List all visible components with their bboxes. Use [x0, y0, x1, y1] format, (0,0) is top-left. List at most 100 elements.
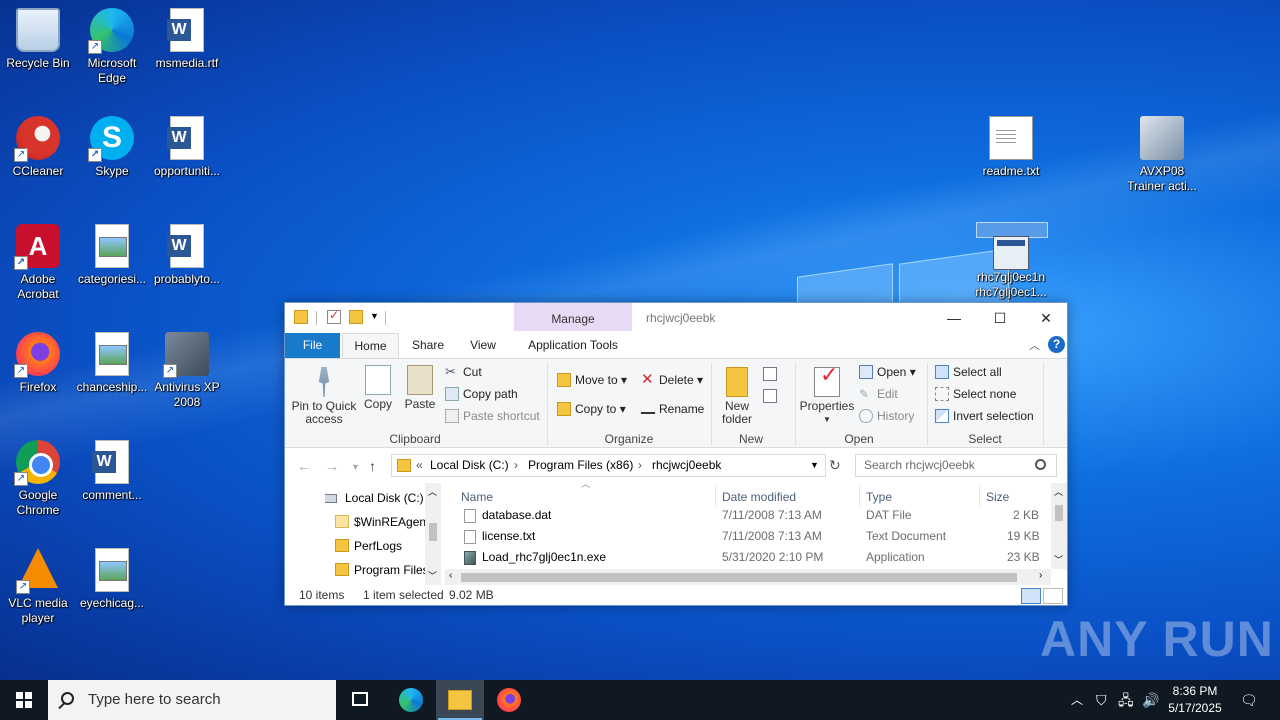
breadcrumb-program-files-x86[interactable]: Program Files (x86)	[528, 455, 633, 476]
easy-access-button[interactable]	[763, 386, 789, 406]
desktop-icon-msmedia[interactable]: W msmedia.rtf	[149, 8, 225, 71]
network-icon[interactable]: 🖧	[1118, 680, 1134, 720]
rename-button[interactable]: Rename	[641, 399, 704, 419]
help-icon[interactable]: ?	[1048, 336, 1065, 353]
history-button[interactable]: History	[859, 406, 914, 426]
copy-path-button[interactable]: Copy path	[445, 384, 518, 404]
desktop-icon-antivirus-xp-2008[interactable]: ↗ Antivirus XP 2008	[149, 332, 225, 410]
copy-to-button[interactable]: Copy to ▾	[557, 399, 626, 419]
taskbar-file-explorer[interactable]	[436, 680, 484, 720]
up-arrow-icon[interactable]: ↑	[369, 458, 376, 474]
close-button[interactable]: ✕	[1023, 303, 1069, 333]
notifications-icon[interactable]: 🗨	[1240, 680, 1258, 720]
delete-button[interactable]: ✕ Delete ▾	[641, 370, 703, 390]
open-button[interactable]: Open ▾	[859, 362, 916, 382]
column-header-size[interactable]: Size	[986, 488, 1009, 506]
breadcrumb-chevron-icon[interactable]: ›	[514, 455, 518, 476]
nav-item-local-disk[interactable]: Local Disk (C:)	[325, 486, 423, 510]
file-explorer-window[interactable]: ▼ Manage rhcjwcj0eebk — ☐ ✕ File Home Sh…	[284, 302, 1068, 606]
tab-home[interactable]: Home	[342, 333, 399, 358]
file-row[interactable]: license.txt 7/11/2008 7:13 AM Text Docum…	[445, 526, 1051, 547]
scroll-up-chevron-icon[interactable]: ︿	[1054, 485, 1063, 498]
desktop-icon-opportuniti[interactable]: W opportuniti...	[149, 116, 225, 179]
refresh-icon[interactable]: ↻	[829, 457, 841, 474]
column-header-type[interactable]: Type	[866, 488, 892, 506]
desktop-icon-firefox[interactable]: ↗ Firefox	[0, 332, 76, 395]
task-view-button[interactable]	[336, 680, 384, 720]
edit-button[interactable]: ✎ Edit	[859, 384, 898, 404]
tab-file[interactable]: File	[285, 333, 340, 358]
paste-shortcut-button[interactable]: Paste shortcut	[445, 406, 540, 426]
forward-arrow-icon[interactable]: →	[325, 458, 339, 474]
tab-share[interactable]: Share	[409, 333, 447, 358]
large-icons-view-icon[interactable]	[1043, 588, 1063, 604]
show-hidden-icons-chevron-icon[interactable]: ︿	[1071, 680, 1083, 720]
security-tray-icon[interactable]: ⛉	[1096, 680, 1107, 720]
clock[interactable]: 8:36 PM 5/17/2025	[1160, 683, 1230, 717]
scroll-down-chevron-icon[interactable]: ﹀	[428, 569, 437, 582]
pin-to-quick-access-button[interactable]: Pin to Quick access	[291, 367, 357, 426]
desktop-icon-categoriesi[interactable]: categoriesi...	[74, 224, 150, 287]
vertical-scrollbar[interactable]: ︿ ﹀	[1051, 483, 1067, 569]
minimize-button[interactable]: —	[931, 303, 977, 333]
properties-quick-icon[interactable]	[327, 308, 341, 324]
title-bar[interactable]: ▼ Manage rhcjwcj0eebk — ☐ ✕	[285, 303, 1067, 333]
scroll-left-chevron-icon[interactable]: ‹	[449, 570, 452, 581]
column-header-date[interactable]: Date modified	[722, 488, 796, 506]
nav-pane-scrollbar[interactable]: ︿ ﹀	[425, 483, 441, 585]
start-button[interactable]	[0, 680, 48, 720]
address-dropdown-chevron-icon[interactable]: ▼	[810, 455, 819, 476]
new-folder-quick-icon[interactable]	[349, 310, 363, 324]
breadcrumb-local-disk[interactable]: Local Disk (C:)	[430, 455, 509, 476]
desktop-icon-ccleaner[interactable]: ↗ CCleaner	[0, 116, 76, 179]
properties-button[interactable]: Properties ▼	[799, 367, 855, 426]
taskbar-firefox[interactable]	[485, 680, 533, 720]
nav-item-winreagent[interactable]: $WinREAgent	[335, 510, 425, 534]
desktop-icon-eyechicag[interactable]: eyechicag...	[74, 548, 150, 611]
desktop-icon-probablyto[interactable]: W probablyto...	[149, 224, 225, 287]
maximize-button[interactable]: ☐	[977, 303, 1023, 333]
desktop-icon-skype[interactable]: S ↗ Skype	[74, 116, 150, 179]
details-view-icon[interactable]	[1021, 588, 1041, 604]
back-arrow-icon[interactable]: ←	[297, 458, 311, 474]
desktop-icon-google-chrome[interactable]: ↗ Google Chrome	[0, 440, 76, 518]
scrollbar-thumb[interactable]	[461, 573, 1017, 582]
scrollbar-thumb[interactable]	[1055, 505, 1063, 521]
select-all-button[interactable]: Select all	[935, 362, 1002, 382]
tab-view[interactable]: View	[463, 333, 503, 358]
volume-icon[interactable]: 🔊	[1142, 680, 1159, 720]
desktop-icon-microsoft-edge[interactable]: ↗ Microsoft Edge	[74, 8, 150, 86]
scroll-up-chevron-icon[interactable]: ︿	[428, 485, 437, 498]
horizontal-scrollbar[interactable]: ‹ ›	[445, 569, 1051, 585]
breadcrumb-chevron-icon[interactable]: ›	[638, 455, 642, 476]
file-row[interactable]: Load_rhc7glj0ec1n.exe 5/31/2020 2:10 PM …	[445, 547, 1051, 568]
collapse-ribbon-icon[interactable]: ︿	[1029, 337, 1040, 353]
paste-button[interactable]: Paste	[403, 365, 437, 411]
search-icon[interactable]	[1035, 459, 1046, 470]
breadcrumb-overflow[interactable]: «	[416, 455, 423, 476]
nav-item-program-files[interactable]: Program Files	[335, 558, 425, 582]
move-to-button[interactable]: Move to ▾	[557, 370, 627, 390]
recent-locations-chevron-icon[interactable]: ▼	[351, 462, 360, 472]
tab-application-tools[interactable]: Application Tools	[514, 333, 632, 358]
desktop-icon-vlc[interactable]: ↗ VLC media player	[0, 548, 76, 626]
copy-button[interactable]: Copy	[361, 365, 395, 411]
dragged-file[interactable]: rhc7glj0ec1n rhc7glj0ec1...	[973, 232, 1049, 300]
search-input[interactable]: Search rhcjwcj0eebk	[855, 454, 1057, 477]
desktop-icon-chanceship[interactable]: chanceship...	[74, 332, 150, 395]
scroll-down-chevron-icon[interactable]: ﹀	[1054, 553, 1063, 566]
manage-contextual-tab[interactable]: Manage	[514, 303, 632, 331]
cut-button[interactable]: ✂ Cut	[445, 362, 482, 382]
file-row[interactable]: database.dat 7/11/2008 7:13 AM DAT File …	[445, 505, 1051, 526]
address-bar[interactable]: « Local Disk (C:) › Program Files (x86) …	[391, 454, 826, 477]
new-item-button[interactable]	[763, 364, 789, 384]
invert-selection-button[interactable]: Invert selection	[935, 406, 1034, 426]
desktop-icon-readme[interactable]: readme.txt	[973, 116, 1049, 179]
desktop-icon-avxp08-trainer[interactable]: AVXP08 Trainer acti...	[1124, 116, 1200, 194]
new-folder-button[interactable]: New folder	[717, 367, 757, 426]
nav-item-perflogs[interactable]: PerfLogs	[335, 534, 425, 558]
taskbar-edge[interactable]	[387, 680, 435, 720]
column-header-name[interactable]: Name	[461, 488, 493, 506]
desktop-icon-recycle-bin[interactable]: Recycle Bin	[0, 8, 76, 71]
breadcrumb-current-folder[interactable]: rhcjwcj0eebk	[652, 455, 721, 476]
